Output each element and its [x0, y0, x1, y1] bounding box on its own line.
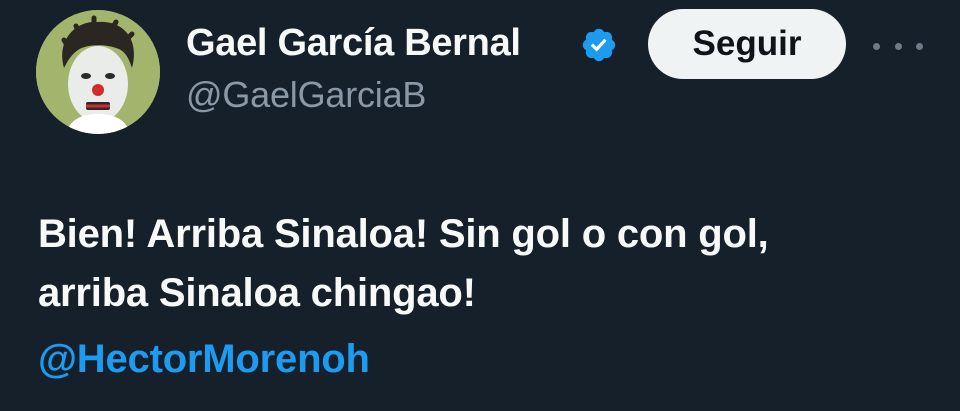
avatar-image	[36, 10, 160, 134]
tweet-text-line: Bien! Arriba Sinaloa! Sin gol o con gol,	[38, 212, 769, 256]
tweet-text-line: arriba Sinaloa chingao!	[38, 271, 476, 315]
more-dot	[916, 42, 923, 50]
verified-badge-icon	[582, 28, 616, 62]
more-options-icon[interactable]	[873, 26, 923, 66]
follow-button[interactable]: Seguir	[648, 9, 846, 79]
profile-avatar[interactable]	[36, 10, 160, 134]
more-dot	[873, 42, 880, 50]
tweet-body: Bien! Arriba Sinaloa! Sin gol o con gol,…	[38, 205, 938, 323]
tweet-card: Gael García Bernal @GaelGarciaB Seguir B…	[0, 0, 960, 411]
more-dot	[894, 42, 902, 50]
author-display-name[interactable]: Gael García Bernal	[186, 22, 521, 65]
mention-link[interactable]: @HectorMorenoh	[38, 337, 370, 382]
author-handle[interactable]: @GaelGarciaB	[186, 74, 426, 116]
